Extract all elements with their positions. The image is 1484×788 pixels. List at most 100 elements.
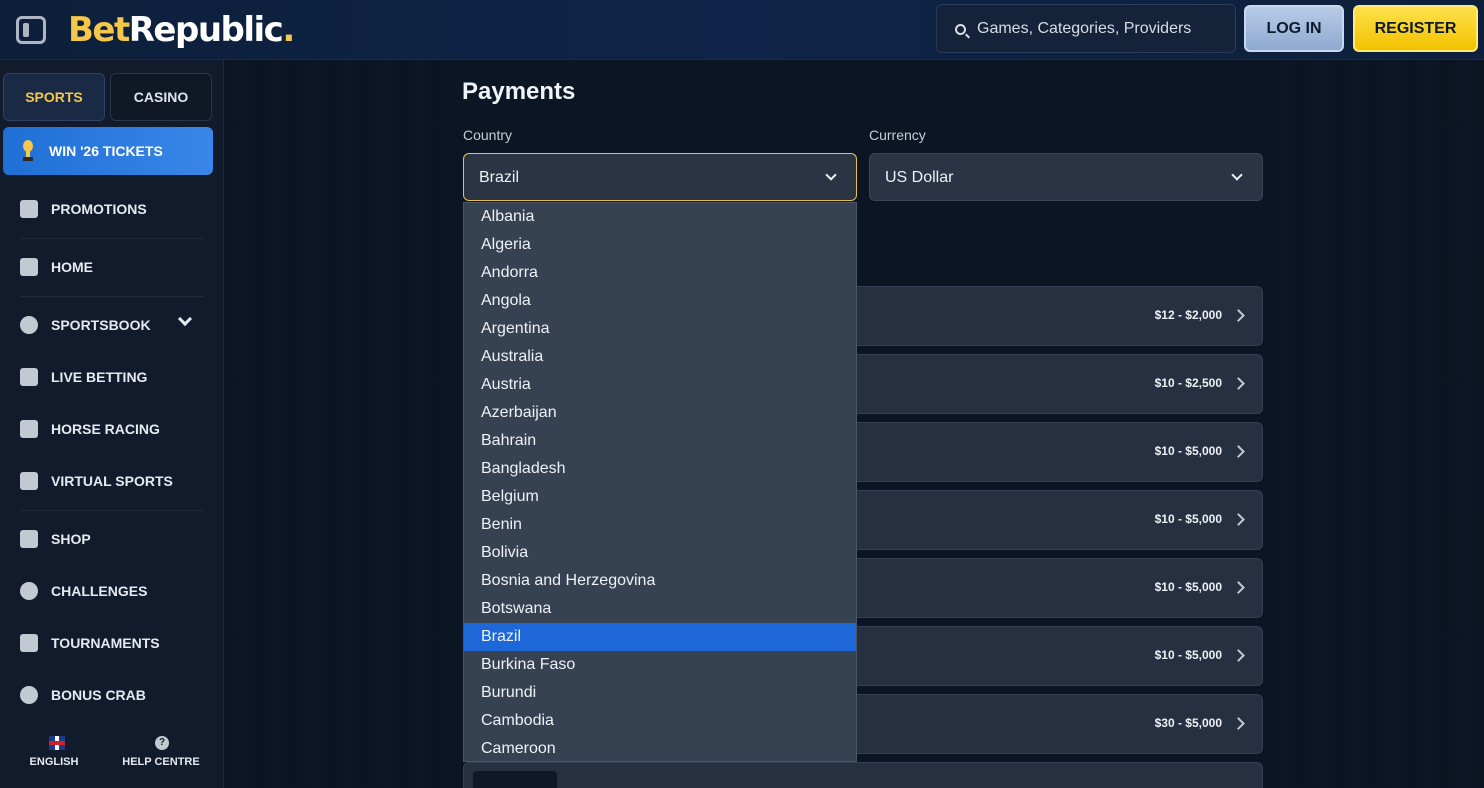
login-button[interactable]: LOG IN: [1244, 5, 1344, 52]
help-centre-link[interactable]: ? HELP CENTRE: [111, 736, 211, 776]
country-option[interactable]: Angola: [464, 287, 856, 315]
chevron-right-icon: [1232, 717, 1245, 730]
search-placeholder: Games, Categories, Providers: [977, 20, 1192, 37]
deposit-range: $10 - $5,000: [1154, 512, 1222, 526]
country-option[interactable]: Cameroon: [464, 735, 856, 761]
sidebar-item-live-betting[interactable]: LIVE BETTING: [0, 352, 224, 402]
gift-icon: [20, 200, 38, 218]
chevron-down-icon[interactable]: [177, 311, 193, 327]
deposit-range: $12 - $2,000: [1154, 308, 1222, 322]
country-option[interactable]: Bosnia and Herzegovina: [464, 567, 856, 595]
sidebar-item-label: HORSE RACING: [51, 421, 160, 437]
chevron-right-icon: [1232, 445, 1245, 458]
sidebar-item-label: PROMOTIONS: [51, 201, 147, 217]
country-option[interactable]: Bangladesh: [464, 455, 856, 483]
country-option[interactable]: Burkina Faso: [464, 651, 856, 679]
deposit-range: $10 - $5,000: [1154, 648, 1222, 662]
sidebar-toggle-icon[interactable]: [16, 16, 46, 44]
sidebar-item-home[interactable]: HOME: [0, 242, 224, 292]
country-select[interactable]: Brazil: [463, 153, 857, 201]
country-option[interactable]: Benin: [464, 511, 856, 539]
currency-label: Currency: [869, 127, 926, 143]
trophy-icon: [23, 140, 33, 161]
country-option-selected[interactable]: Brazil: [464, 623, 856, 651]
help-label: HELP CENTRE: [122, 756, 200, 768]
country-option[interactable]: Australia: [464, 343, 856, 371]
sidebar-item-virtual-sports[interactable]: VIRTUAL SPORTS: [0, 456, 224, 506]
sidebar-item-label: TOURNAMENTS: [51, 635, 160, 651]
podium-icon: [20, 634, 38, 652]
country-option[interactable]: Botswana: [464, 595, 856, 623]
country-option[interactable]: Argentina: [464, 315, 856, 343]
divider: [20, 510, 204, 511]
language-label: ENGLISH: [29, 756, 79, 768]
page-title: Payments: [462, 78, 576, 105]
chevron-right-icon: [1232, 649, 1245, 662]
deposit-range: $30 - $5,000: [1154, 716, 1222, 730]
country-option[interactable]: Algeria: [464, 231, 856, 259]
tickets-label: WIN '26 TICKETS: [49, 143, 163, 159]
language-selector[interactable]: ENGLISH: [4, 736, 104, 776]
top-header: BetRepublic. Games, Categories, Provider…: [0, 0, 1484, 60]
sidebar-item-label: SHOP: [51, 531, 91, 547]
search-input[interactable]: Games, Categories, Providers: [936, 4, 1236, 53]
chevron-right-icon: [1232, 581, 1245, 594]
basket-icon: [20, 530, 38, 548]
chevron-down-icon: [1231, 169, 1243, 181]
sidebar-item-label: LIVE BETTING: [51, 369, 148, 385]
country-label: Country: [463, 127, 513, 143]
uk-flag-icon: [49, 736, 65, 750]
sidebar-item-bonus-crab[interactable]: BONUS CRAB: [0, 670, 224, 720]
win-tickets-button[interactable]: WIN '26 TICKETS: [3, 127, 213, 175]
country-option[interactable]: Austria: [464, 371, 856, 399]
sidebar-item-label: CHALLENGES: [51, 583, 148, 599]
betrepublic-logo[interactable]: BetRepublic.: [68, 8, 295, 52]
medal-icon: [20, 582, 38, 600]
country-option[interactable]: Burundi: [464, 679, 856, 707]
divider: [20, 296, 204, 297]
country-option[interactable]: Cambodia: [464, 707, 856, 735]
sidebar: SPORTS CASINO WIN '26 TICKETS PROMOTIONS…: [0, 60, 224, 788]
sidebar-item-sportsbook[interactable]: SPORTSBOOK: [0, 300, 224, 350]
country-value: Brazil: [479, 169, 520, 186]
live-icon: [20, 368, 38, 386]
payment-logo: [473, 771, 557, 788]
tab-sports[interactable]: SPORTS: [3, 73, 105, 121]
sidebar-item-promotions[interactable]: PROMOTIONS: [0, 184, 224, 234]
sidebar-item-horse-racing[interactable]: HORSE RACING: [0, 404, 224, 454]
crab-icon: [20, 686, 38, 704]
sidebar-item-label: BONUS CRAB: [51, 687, 146, 703]
currency-value: US Dollar: [885, 169, 954, 186]
horse-icon: [20, 420, 38, 438]
sidebar-item-challenges[interactable]: CHALLENGES: [0, 566, 224, 616]
sidebar-item-label: VIRTUAL SPORTS: [51, 473, 173, 489]
payment-method-row[interactable]: [463, 762, 1263, 788]
sidebar-item-tournaments[interactable]: TOURNAMENTS: [0, 618, 224, 668]
deposit-range: $10 - $5,000: [1154, 444, 1222, 458]
chevron-right-icon: [1232, 513, 1245, 526]
currency-select[interactable]: US Dollar: [869, 153, 1263, 201]
sidebar-item-shop[interactable]: SHOP: [0, 514, 224, 564]
home-icon: [20, 258, 38, 276]
tab-casino[interactable]: CASINO: [110, 73, 212, 121]
country-option[interactable]: Belgium: [464, 483, 856, 511]
soccer-ball-icon: [20, 316, 38, 334]
divider: [20, 238, 204, 239]
country-dropdown-list: Albania Algeria Andorra Angola Argentina…: [463, 202, 857, 762]
chevron-right-icon: [1232, 309, 1245, 322]
country-option[interactable]: Albania: [464, 203, 856, 231]
chevron-down-icon: [825, 169, 837, 181]
search-icon: [955, 24, 966, 35]
country-option[interactable]: Bahrain: [464, 427, 856, 455]
deposit-range: $10 - $2,500: [1154, 376, 1222, 390]
virtual-sports-icon: [20, 472, 38, 490]
register-button[interactable]: REGISTER: [1353, 5, 1478, 52]
country-option[interactable]: Andorra: [464, 259, 856, 287]
chevron-right-icon: [1232, 377, 1245, 390]
country-option[interactable]: Azerbaijan: [464, 399, 856, 427]
sidebar-item-label: SPORTSBOOK: [51, 317, 151, 333]
deposit-range: $10 - $5,000: [1154, 580, 1222, 594]
sidebar-item-label: HOME: [51, 259, 93, 275]
help-icon: ?: [155, 736, 169, 750]
country-option[interactable]: Bolivia: [464, 539, 856, 567]
